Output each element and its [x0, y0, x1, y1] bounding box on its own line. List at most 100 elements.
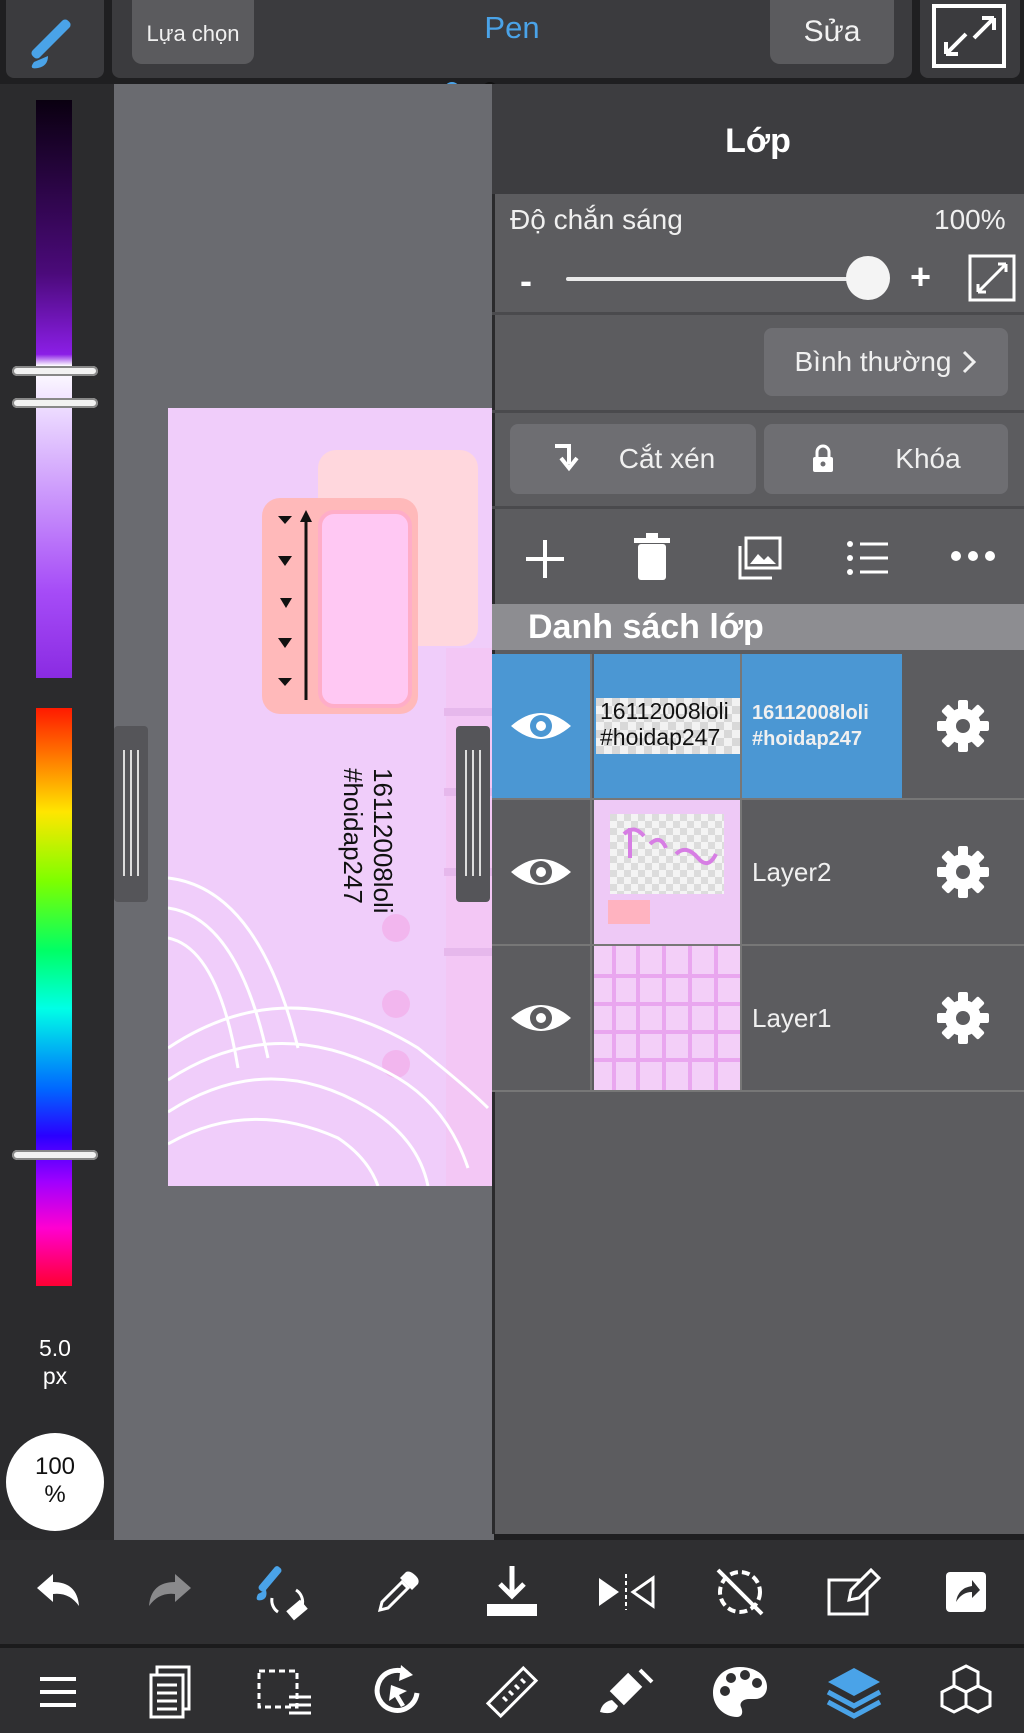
opacity-value: 100% — [934, 204, 1006, 235]
flip-icon — [599, 1574, 655, 1610]
marquee-select-icon — [257, 1669, 311, 1715]
brush-icon — [31, 19, 71, 69]
more-options-button[interactable] — [948, 544, 998, 568]
pages-button[interactable] — [130, 1652, 210, 1732]
thumbnail-art — [594, 946, 740, 1090]
layer-list-button[interactable] — [844, 536, 892, 580]
expand-icon — [932, 4, 1006, 68]
layer-list-title: Danh sách lớp — [492, 604, 1024, 650]
layer-panel-title: Lớp — [725, 122, 791, 160]
hue-slider[interactable] — [36, 708, 72, 1286]
opacity-slider-knob[interactable] — [846, 256, 890, 300]
layer-visibility-toggle[interactable] — [492, 946, 592, 1090]
image-layers-icon — [738, 536, 782, 580]
color-palette-button[interactable] — [700, 1652, 780, 1732]
add-layer-button[interactable] — [522, 536, 568, 582]
layer-row[interactable]: 16112008loli #hoidap247 16112008loli #ho… — [492, 654, 1024, 800]
edit-transform-icon — [827, 1567, 882, 1616]
lock-icon — [813, 444, 834, 472]
ruler-icon — [485, 1665, 539, 1719]
plus-icon — [526, 540, 564, 578]
left-panel-handle[interactable] — [114, 726, 148, 902]
canvas-text-line: 16112008loli — [368, 768, 398, 914]
share-button[interactable] — [926, 1552, 1006, 1632]
layer-name: Layer1 — [752, 1002, 832, 1033]
opacity-slider-track[interactable] — [566, 277, 866, 281]
layer-expand-button[interactable] — [968, 254, 1016, 302]
rotate-reset-button[interactable] — [700, 1552, 780, 1632]
more-icon — [951, 551, 995, 561]
grip-icon — [465, 750, 481, 876]
right-panel-handle[interactable] — [456, 726, 490, 902]
layer-name: Layer2 — [752, 856, 832, 887]
chevron-right-icon — [963, 350, 977, 374]
fullscreen-button[interactable] — [920, 0, 1020, 78]
layer-thumbnail: 16112008loli #hoidap247 — [594, 654, 742, 798]
layer-thumbnail — [594, 946, 742, 1090]
brush-switch-icon — [256, 1566, 308, 1621]
delete-layer-button[interactable] — [630, 532, 674, 584]
eye-icon — [511, 1005, 571, 1031]
brightness-handle[interactable] — [12, 366, 98, 376]
hue-handle[interactable] — [12, 1150, 98, 1160]
cubes-icon — [940, 1664, 992, 1714]
save-download-button[interactable] — [472, 1552, 552, 1632]
saturation-handle[interactable] — [12, 398, 98, 408]
menu-button[interactable] — [18, 1652, 98, 1732]
transform-edit-button[interactable] — [814, 1552, 894, 1632]
layer-settings-button[interactable] — [902, 800, 1024, 944]
eye-icon — [511, 713, 571, 739]
layer-settings-button[interactable] — [902, 654, 1024, 798]
brush-opacity-button[interactable]: 100 % — [6, 1433, 104, 1531]
grip-icon — [123, 750, 139, 876]
brush-material-button[interactable] — [586, 1652, 666, 1732]
selection-button[interactable]: Lựa chọn — [132, 0, 254, 64]
divider — [492, 506, 1024, 509]
expand-icon — [968, 254, 1016, 302]
artwork-canvas[interactable]: 16112008loli #hoidap247 — [168, 408, 492, 1186]
palette-icon — [713, 1667, 767, 1717]
brush-eraser-switch-button[interactable] — [244, 1552, 324, 1632]
list-icon — [847, 541, 888, 575]
layer-row[interactable]: Layer2 — [492, 800, 1024, 946]
layer-image-button[interactable] — [736, 534, 784, 582]
download-icon — [487, 1566, 537, 1616]
opacity-decrease-button[interactable]: - — [520, 260, 532, 302]
brightness-slider[interactable] — [36, 100, 72, 678]
undo-icon — [37, 1574, 79, 1606]
clip-arrow-icon — [554, 444, 579, 472]
eyedropper-icon — [377, 1571, 419, 1613]
ruler-button[interactable] — [472, 1652, 552, 1732]
opacity-increase-button[interactable]: + — [910, 256, 931, 298]
selection-tool-button[interactable] — [244, 1652, 324, 1732]
redo-button[interactable] — [130, 1552, 210, 1632]
flip-canvas-button[interactable] — [586, 1552, 666, 1632]
undo-button[interactable] — [18, 1552, 98, 1632]
eye-icon — [511, 859, 571, 885]
layer-row[interactable]: Layer1 — [492, 946, 1024, 1092]
rotate-icon — [374, 1665, 420, 1713]
eyedropper-button[interactable] — [358, 1552, 438, 1632]
rotate-canvas-button[interactable] — [358, 1652, 438, 1732]
layer-thumbnail — [594, 800, 742, 944]
edit-button[interactable]: Sửa — [770, 0, 894, 64]
lock-button[interactable]: Khóa — [764, 424, 1008, 494]
layer-visibility-toggle[interactable] — [492, 800, 592, 944]
pages-icon — [149, 1665, 191, 1719]
blend-mode-button[interactable]: Bình thường — [764, 328, 1008, 396]
layer-settings-button[interactable] — [902, 946, 1024, 1090]
clipping-button[interactable]: Cắt xén — [510, 424, 756, 494]
layer-visibility-toggle[interactable] — [492, 654, 592, 798]
divider — [492, 312, 1024, 315]
materials-button[interactable] — [926, 1652, 1006, 1732]
layers-button[interactable] — [814, 1652, 894, 1732]
layers-icon — [826, 1668, 882, 1719]
layer-name: 16112008loli #hoidap247 — [742, 654, 902, 798]
gear-icon — [937, 700, 989, 752]
tool-title[interactable]: Pen — [400, 10, 624, 46]
opacity-label: Độ chắn sáng — [510, 204, 683, 235]
gear-icon — [937, 846, 989, 898]
blend-mode-label: Bình thường — [794, 346, 952, 377]
brush-size-label[interactable]: 5.0 px — [20, 1334, 90, 1390]
brush-tool-button[interactable] — [6, 0, 104, 78]
